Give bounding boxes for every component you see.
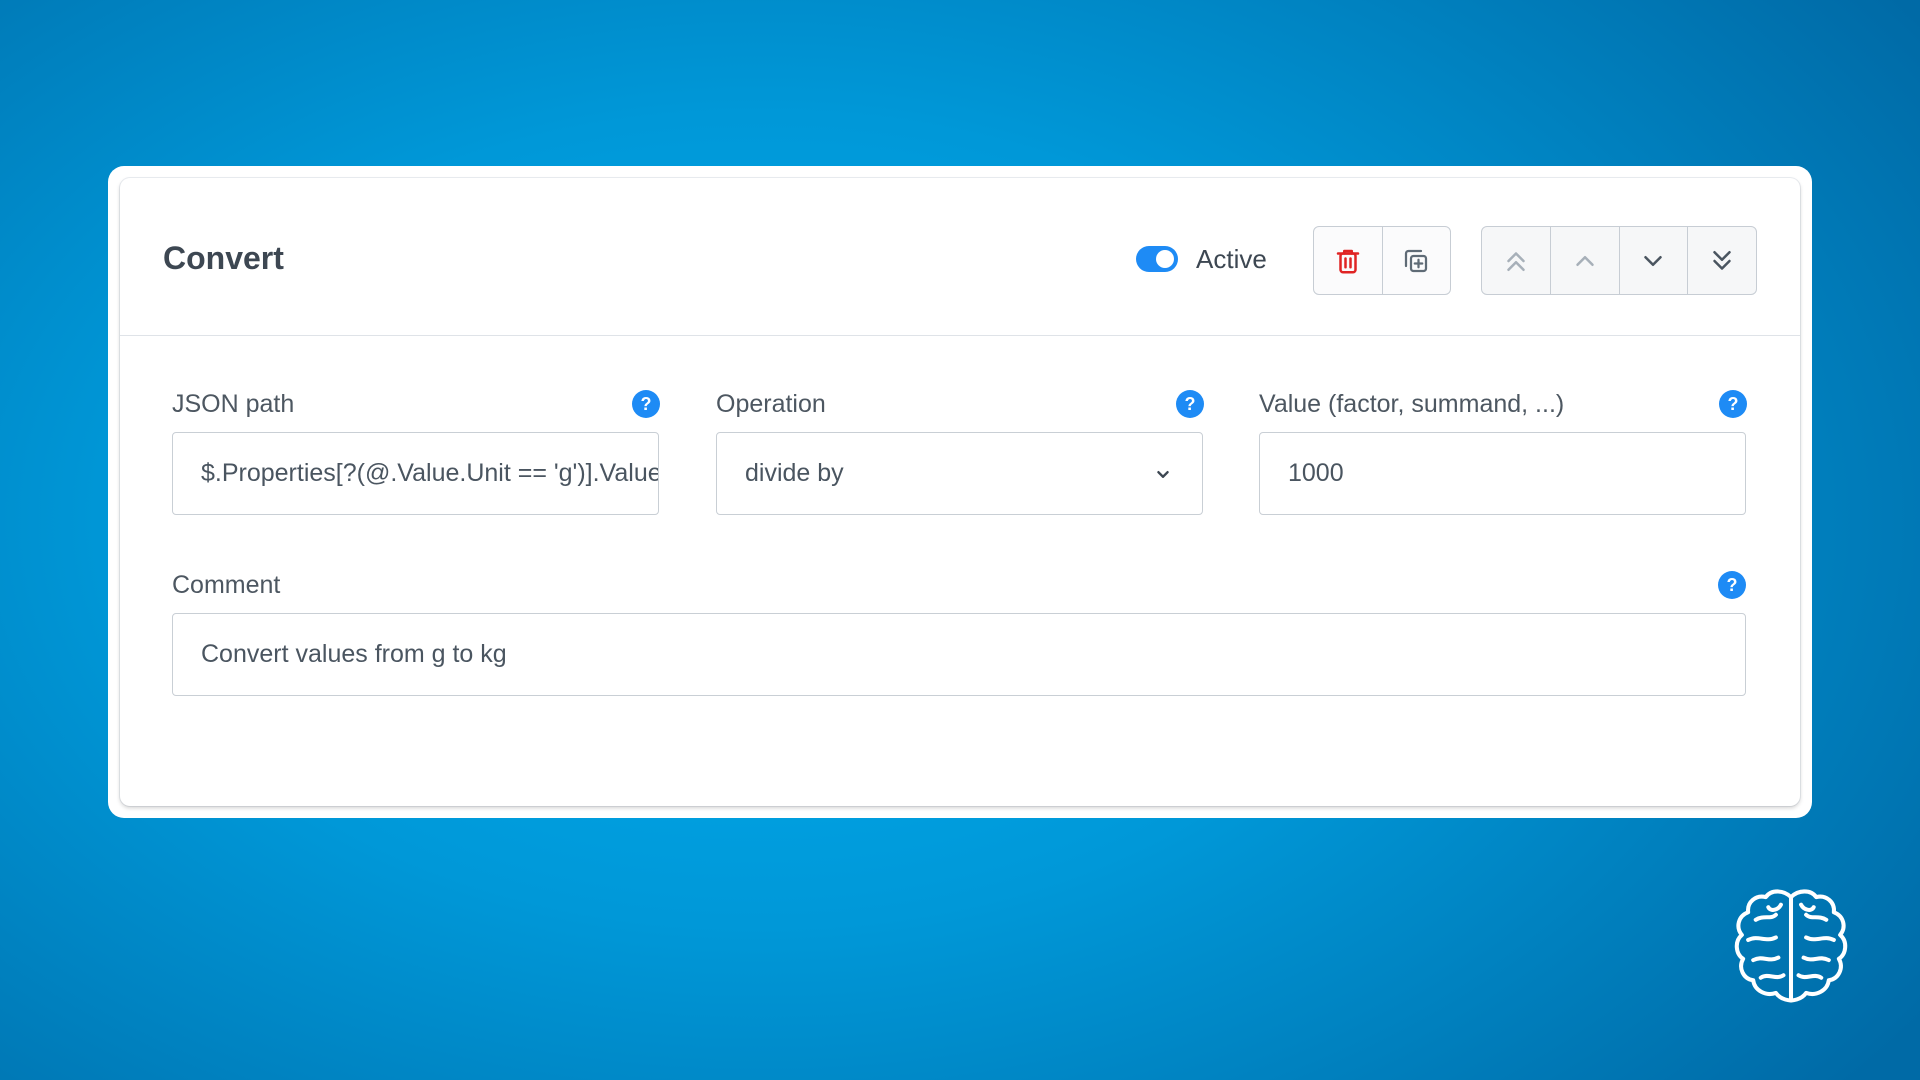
move-down-button[interactable]	[1618, 227, 1688, 294]
double-chevron-up-icon	[1507, 251, 1525, 271]
chevron-up-icon	[1575, 255, 1594, 266]
brain-icon	[1734, 889, 1848, 1003]
delete-button[interactable]	[1314, 227, 1382, 294]
value-label: Value (factor, summand, ...)	[1259, 390, 1565, 418]
active-toggle[interactable]: Active	[1136, 240, 1267, 278]
chevron-down-icon	[1644, 255, 1663, 266]
comment-help-icon[interactable]: ?	[1718, 571, 1746, 599]
action-button-group	[1313, 226, 1451, 295]
move-to-top-button[interactable]	[1482, 227, 1550, 294]
operation-help-icon[interactable]: ?	[1176, 390, 1204, 418]
card-header: Convert Active	[120, 178, 1800, 336]
move-to-bottom-button[interactable]	[1687, 227, 1756, 294]
json-path-label: JSON path	[172, 390, 295, 418]
move-up-button[interactable]	[1549, 227, 1619, 294]
comment-value: Convert values from g to kg	[201, 640, 507, 668]
form-row-main: JSON path ? $.Properties[?(@.Value.Unit …	[172, 390, 1748, 515]
form-row-comment: Comment ? Convert values from g to kg	[172, 571, 1748, 696]
chevron-down-icon	[1157, 470, 1169, 478]
value-input[interactable]: 1000	[1259, 432, 1746, 515]
json-path-field: JSON path ? $.Properties[?(@.Value.Unit …	[172, 390, 660, 515]
operation-label: Operation	[716, 390, 826, 418]
json-path-value: $.Properties[?(@.Value.Unit == 'g')].Val…	[201, 459, 659, 487]
value-field: Value (factor, summand, ...) ? 1000	[1259, 390, 1747, 515]
comment-label: Comment	[172, 571, 281, 599]
toggle-switch[interactable]	[1136, 246, 1178, 272]
copy-plus-icon	[1405, 249, 1428, 272]
operation-field: Operation ? divide by	[716, 390, 1204, 515]
comment-field: Comment ? Convert values from g to kg	[172, 571, 1746, 696]
operation-select[interactable]: divide by	[716, 432, 1203, 515]
active-label: Active	[1196, 243, 1267, 274]
convert-step-card: Convert Active JSON path ? $.Properties[…	[120, 178, 1800, 806]
comment-input[interactable]: Convert values from g to kg	[172, 613, 1746, 696]
trash-icon	[1336, 249, 1359, 273]
value-help-icon[interactable]: ?	[1719, 390, 1747, 418]
move-button-group	[1481, 226, 1757, 295]
double-chevron-down-icon	[1713, 250, 1731, 270]
json-path-help-icon[interactable]: ?	[632, 390, 660, 418]
json-path-input[interactable]: $.Properties[?(@.Value.Unit == 'g')].Val…	[172, 432, 659, 515]
duplicate-button[interactable]	[1381, 227, 1451, 294]
card-title: Convert	[163, 240, 284, 276]
value-value: 1000	[1288, 459, 1344, 487]
operation-value: divide by	[745, 459, 844, 487]
